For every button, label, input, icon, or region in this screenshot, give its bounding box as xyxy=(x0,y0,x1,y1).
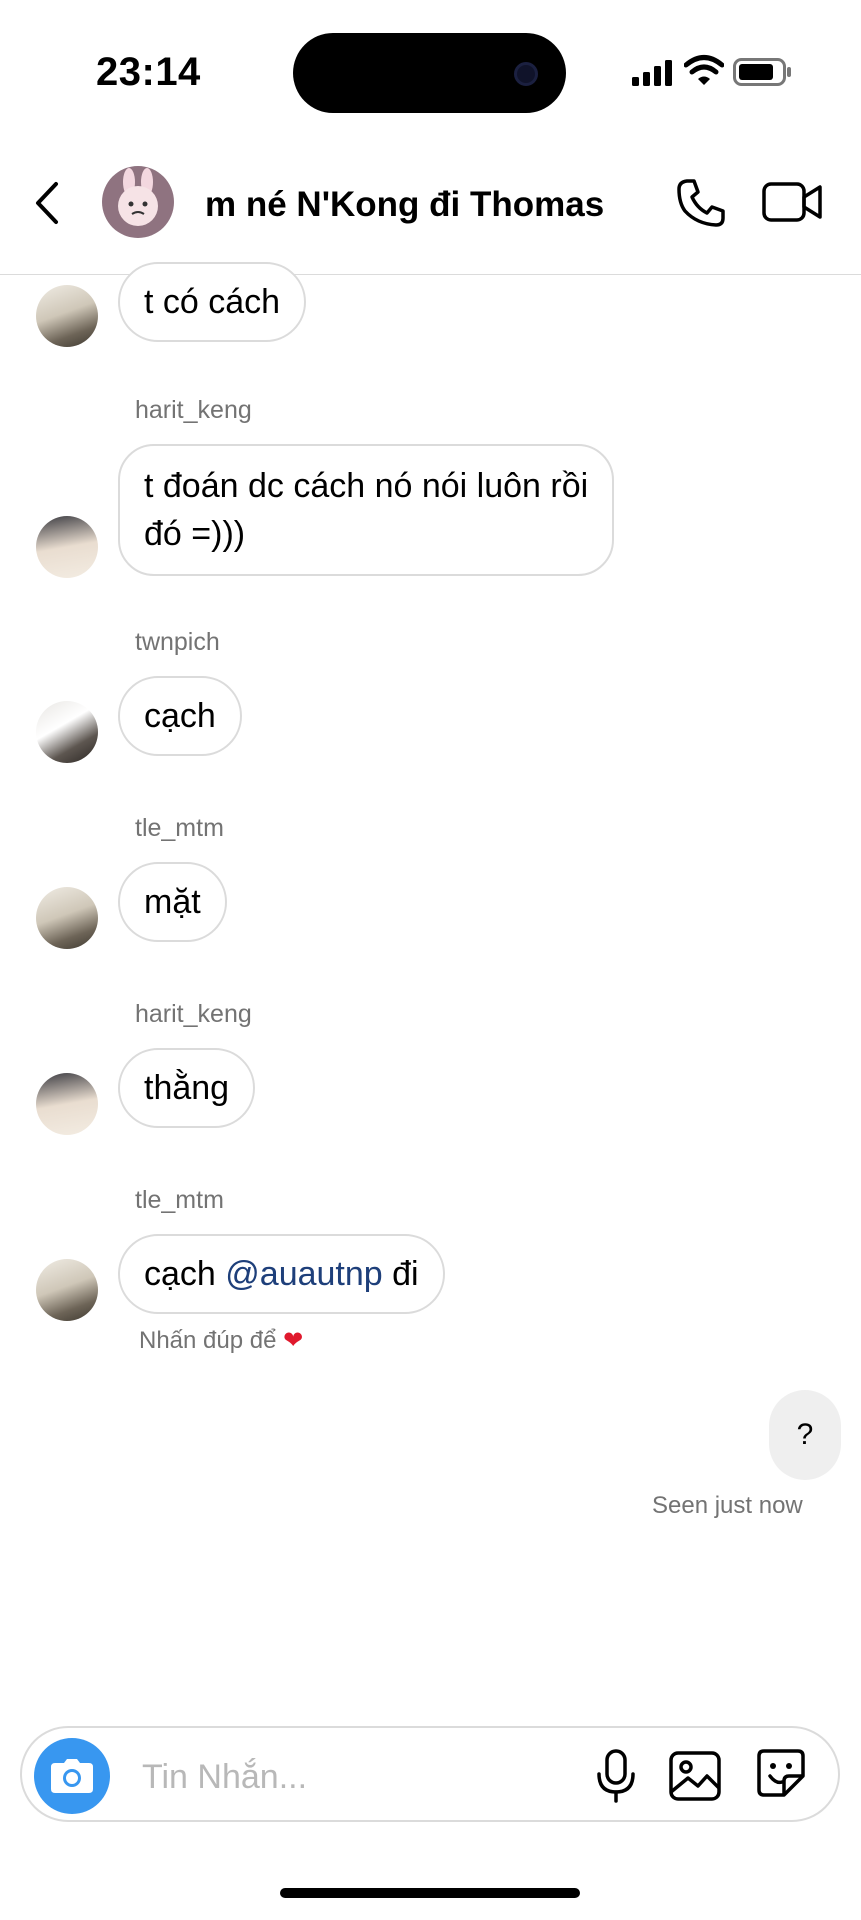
message-bubble[interactable]: cạch @auautnp đi xyxy=(118,1234,445,1314)
group-avatar[interactable] xyxy=(102,166,174,238)
battery-icon xyxy=(733,58,791,86)
sender-avatar[interactable] xyxy=(36,516,98,578)
sender-avatar[interactable] xyxy=(36,887,98,949)
message-bubble[interactable]: thằng xyxy=(118,1048,256,1128)
back-chevron-icon[interactable] xyxy=(30,178,66,228)
wifi-icon xyxy=(684,55,724,85)
gallery-icon[interactable] xyxy=(668,1748,724,1804)
double-tap-hint-text: Nhấn đúp để xyxy=(139,1327,277,1354)
sender-avatar[interactable] xyxy=(36,285,98,347)
sender-name: tle_mtm xyxy=(135,1186,224,1214)
sender-avatar[interactable] xyxy=(36,1073,98,1135)
group-avatar-image xyxy=(118,168,158,226)
camera-button[interactable] xyxy=(34,1738,110,1814)
message-line: đó =))) xyxy=(144,515,246,553)
heart-icon: ❤ xyxy=(283,1327,304,1354)
my-message-bubble[interactable]: ? xyxy=(769,1390,841,1480)
message-input[interactable] xyxy=(140,1748,574,1806)
seen-status: Seen just now xyxy=(652,1492,803,1519)
video-call-icon[interactable] xyxy=(762,180,824,224)
microphone-icon[interactable] xyxy=(594,1748,638,1804)
status-time: 23:14 xyxy=(96,50,201,94)
chat-title[interactable]: m né N'Kong đi Thomas xyxy=(205,185,604,225)
sticker-icon[interactable] xyxy=(756,1748,806,1798)
phone-call-icon[interactable] xyxy=(676,178,726,228)
message-bubble[interactable]: cạch xyxy=(118,676,242,756)
sender-avatar[interactable] xyxy=(36,701,98,763)
double-tap-hint: Nhấn đúp để ❤ xyxy=(139,1326,303,1355)
message-line: t đoán dc cách nó nói luôn rồi xyxy=(144,467,589,505)
front-camera-dot xyxy=(514,62,538,86)
message-bubble[interactable]: t đoán dc cách nó nói luôn rồi đó =))) xyxy=(118,444,615,576)
sender-name: twnpich xyxy=(135,628,220,656)
message-text: đi xyxy=(382,1255,419,1293)
message-bubble[interactable]: mặt xyxy=(118,862,227,942)
cellular-signal-icon xyxy=(632,60,672,86)
sender-name: harit_keng xyxy=(135,396,252,424)
message-bubble[interactable]: t có cách xyxy=(118,262,307,342)
sender-name: tle_mtm xyxy=(135,814,224,842)
sender-name: harit_keng xyxy=(135,1000,252,1028)
message-text: cạch xyxy=(144,1255,226,1293)
sender-avatar[interactable] xyxy=(36,1259,98,1321)
mention-link[interactable]: @auautnp xyxy=(225,1255,382,1293)
home-indicator xyxy=(280,1888,580,1898)
camera-icon xyxy=(51,1759,93,1793)
